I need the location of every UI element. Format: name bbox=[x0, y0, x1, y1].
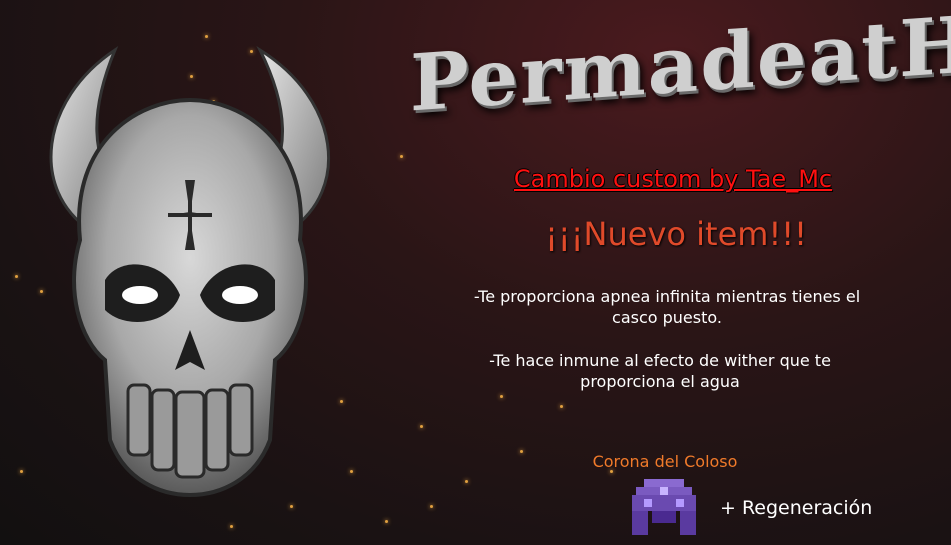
new-item-heading: ¡¡¡Nuevo item!!! bbox=[545, 215, 807, 253]
game-title: PermadeatH bbox=[410, 0, 951, 130]
item-name: Corona del Coloso bbox=[592, 452, 738, 471]
benefit-text-2: -Te hace inmune al efecto de wither que … bbox=[489, 351, 831, 391]
custom-change-label: Cambio custom by Tae_Mc bbox=[513, 165, 833, 193]
corona-helmet-icon bbox=[632, 479, 696, 535]
horned-skull-icon bbox=[49, 45, 331, 498]
benefit-text-1: -Te proporciona apnea infinita mientras … bbox=[473, 287, 861, 327]
regeneration-bonus: + Regeneración bbox=[720, 497, 873, 519]
